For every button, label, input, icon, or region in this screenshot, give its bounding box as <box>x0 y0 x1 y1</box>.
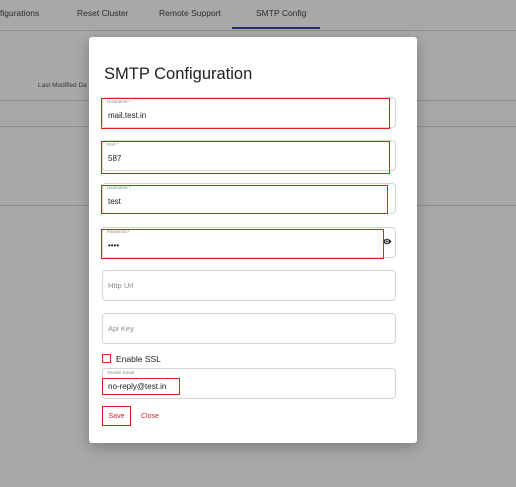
smtp-config-dialog: SMTP Configuration Hostname * mail.test.… <box>89 37 417 443</box>
highlight-box <box>101 141 390 174</box>
dialog-title: SMTP Configuration <box>104 65 253 83</box>
highlight-box <box>101 229 384 259</box>
save-button[interactable]: Save <box>102 406 131 426</box>
highlight-box <box>101 98 390 129</box>
enable-ssl-label: Enable SSL <box>116 354 161 364</box>
close-button[interactable]: Close <box>141 406 159 426</box>
highlight-box <box>102 378 180 395</box>
http-url-field[interactable]: Http Url <box>102 270 396 301</box>
sender-email-label: Sender Email <box>107 370 135 375</box>
http-url-placeholder: Http Url <box>108 281 134 290</box>
api-key-placeholder: Api Key <box>108 324 134 333</box>
api-key-field[interactable]: Api Key <box>102 313 396 344</box>
highlight-box <box>101 185 388 214</box>
enable-ssl-checkbox[interactable] <box>102 354 111 363</box>
